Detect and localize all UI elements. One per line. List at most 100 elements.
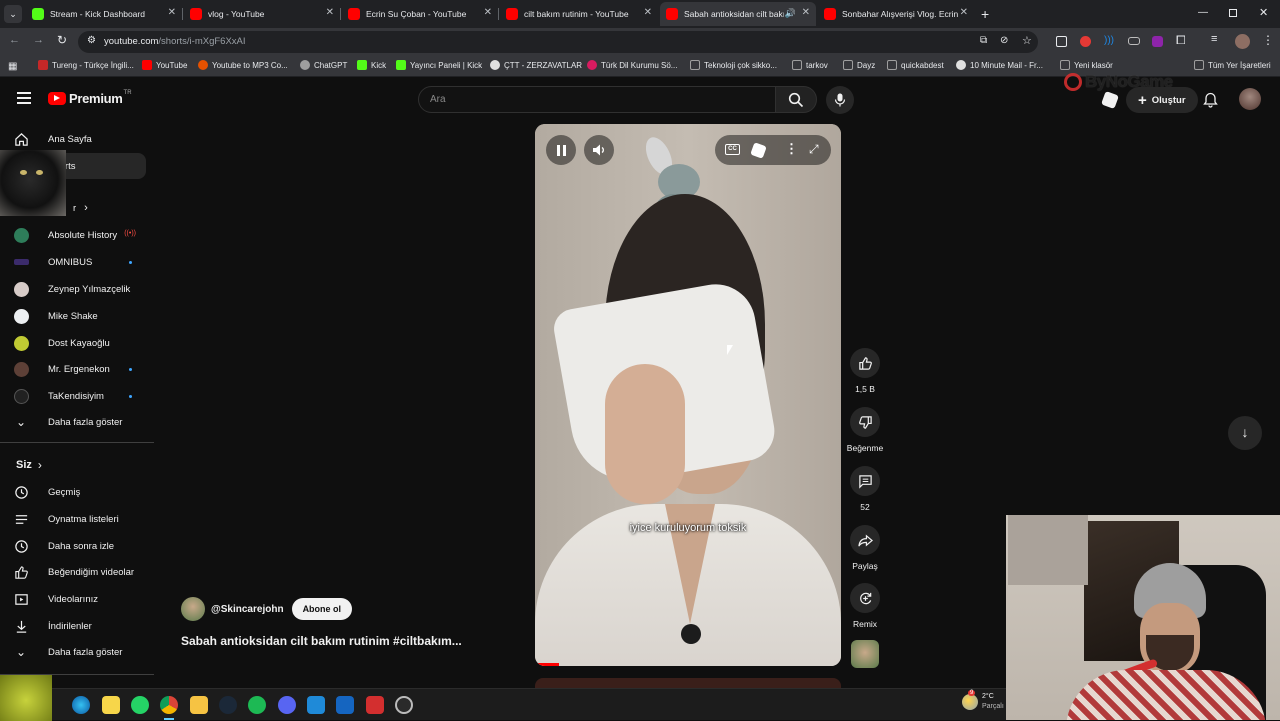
- reading-list-icon[interactable]: ≡: [1211, 33, 1217, 45]
- bookmark-star-icon[interactable]: ☆: [1022, 34, 1032, 47]
- like-action[interactable]: 1,5 B: [845, 348, 885, 394]
- steam-icon[interactable]: [219, 696, 237, 714]
- obs-icon[interactable]: [395, 696, 413, 714]
- sidebar-item-watch-later[interactable]: Daha sonra izle: [8, 533, 146, 559]
- bookmark-item[interactable]: 10 Minute Mail - Fr...: [956, 60, 1043, 70]
- remix-action[interactable]: Remix: [845, 583, 885, 629]
- share-button[interactable]: [850, 525, 880, 555]
- browser-tab[interactable]: cilt bakım rutinim - YouTube ✕: [500, 2, 658, 26]
- close-tab-icon[interactable]: ✕: [960, 7, 968, 18]
- channel-avatar[interactable]: [181, 597, 205, 621]
- browser-tab-active[interactable]: Sabah antioksidan cilt bakım 🔊 ✕: [660, 2, 816, 26]
- account-avatar[interactable]: [1239, 88, 1261, 110]
- speaker-icon[interactable]: 🔊: [785, 8, 796, 19]
- bookmark-item[interactable]: YouTube: [142, 60, 187, 70]
- sidebar-show-more-you[interactable]: ⌄ Daha fazla göster: [8, 639, 146, 665]
- close-tab-icon[interactable]: ✕: [644, 7, 652, 18]
- bookmark-folder[interactable]: Yeni klasör: [1060, 60, 1113, 70]
- menu-hamburger-icon[interactable]: [17, 92, 31, 104]
- sidebar-channel[interactable]: Mike Shake: [8, 303, 146, 329]
- sidebar-show-more-channels[interactable]: ⌄ Daha fazla göster: [8, 409, 146, 435]
- app-icon[interactable]: [307, 696, 325, 714]
- browser-tab[interactable]: vlog - YouTube ✕: [184, 2, 340, 26]
- install-app-icon[interactable]: ⧉: [980, 35, 987, 46]
- shorts-upload-icon[interactable]: [1101, 91, 1119, 109]
- profile-avatar[interactable]: [1235, 34, 1250, 49]
- file-explorer-icon[interactable]: [190, 696, 208, 714]
- reload-icon[interactable]: ↻: [57, 33, 67, 47]
- sidebar-channel[interactable]: Absolute History ((•)): [8, 222, 146, 248]
- forward-icon[interactable]: →: [33, 34, 44, 46]
- more-options-icon[interactable]: ⋮: [785, 141, 798, 157]
- sidebar-channel[interactable]: Dost Kayaoğlu: [8, 330, 146, 356]
- next-short-preview[interactable]: [535, 678, 841, 688]
- all-bookmarks-folder[interactable]: Tüm Yer İşaretleri: [1194, 60, 1271, 70]
- notifications-bell-icon[interactable]: [1203, 92, 1218, 113]
- volume-button[interactable]: [584, 135, 614, 165]
- youtube-premium-logo[interactable]: Premium TR: [48, 90, 132, 106]
- spotify-icon[interactable]: [248, 696, 266, 714]
- comments-button[interactable]: [850, 466, 880, 496]
- whatsapp-icon[interactable]: [131, 696, 149, 714]
- browser-tab[interactable]: Ecrin Su Çoban - YouTube ✕: [342, 2, 498, 26]
- browser-tab[interactable]: Sonbahar Alışverişi Vlog. Ecrin ✕: [818, 2, 974, 26]
- close-tab-icon[interactable]: ✕: [484, 7, 492, 18]
- chrome-icon[interactable]: [160, 696, 178, 714]
- fullscreen-icon[interactable]: ⤢: [809, 142, 819, 157]
- acrobat-icon[interactable]: [366, 696, 384, 714]
- short-title[interactable]: Sabah antioksidan cilt bakım rutinim #ci…: [181, 634, 462, 648]
- extensions-puzzle-icon[interactable]: ⧠: [1176, 33, 1186, 48]
- extension-icon[interactable]: [1056, 36, 1067, 47]
- search-input[interactable]: Ara: [418, 86, 776, 113]
- dislike-button[interactable]: [850, 407, 880, 437]
- sidebar-channel[interactable]: TaKendisiyim: [8, 383, 146, 409]
- voice-search-button[interactable]: [826, 86, 854, 114]
- sidebar-item-downloads[interactable]: İndirilenler: [8, 613, 146, 639]
- weather-widget[interactable]: 9 2°C Parçalı: [962, 690, 1004, 712]
- close-tab-icon[interactable]: ✕: [802, 7, 810, 18]
- dislike-action[interactable]: Beğenme: [845, 407, 885, 453]
- comments-action[interactable]: 52: [845, 466, 885, 512]
- close-tab-icon[interactable]: ✕: [326, 7, 334, 18]
- bookmark-item[interactable]: Yayıncı Paneli | Kick: [396, 60, 482, 70]
- sidebar-channel[interactable]: Mr. Ergenekon: [8, 356, 146, 382]
- sidebar-item-liked-videos[interactable]: Beğendiğim videolar: [8, 559, 146, 585]
- bookmark-item[interactable]: Türk Dil Kurumu Sö...: [587, 60, 677, 70]
- tab-search-button[interactable]: ⌄: [4, 5, 22, 23]
- browser-menu-icon[interactable]: ⋮: [1262, 33, 1274, 47]
- channel-handle[interactable]: @Skincarejohn: [211, 604, 284, 615]
- eye-off-icon[interactable]: ⊘: [1000, 35, 1008, 46]
- sidebar-item-playlists[interactable]: Oynatma listeleri: [8, 506, 146, 532]
- bookmark-item[interactable]: Youtube to MP3 Co...: [198, 60, 288, 70]
- bookmark-folder[interactable]: quickabdest: [887, 60, 944, 70]
- new-tab-button[interactable]: +: [981, 6, 989, 22]
- bookmark-item[interactable]: Kick: [357, 60, 386, 70]
- sidebar-channel[interactable]: Zeynep Yılmazçelik: [8, 276, 146, 302]
- share-action[interactable]: Paylaş: [845, 525, 885, 571]
- bookmark-item[interactable]: Tureng - Türkçe İngili...: [38, 60, 134, 70]
- pause-button[interactable]: [546, 135, 576, 165]
- extension-icon[interactable]: [1152, 36, 1163, 47]
- create-button[interactable]: + Oluştur: [1126, 87, 1198, 113]
- bookmark-folder[interactable]: Teknoloji çok sikko...: [690, 60, 777, 70]
- browser-tab[interactable]: Stream - Kick Dashboard ✕: [26, 2, 182, 26]
- bookmark-item[interactable]: ÇTT - ZERZAVATLAR: [490, 60, 582, 70]
- extension-icon[interactable]: ))): [1104, 35, 1114, 46]
- sidebar-item-your-videos[interactable]: Videolarınız: [8, 586, 146, 612]
- back-icon[interactable]: ←: [9, 34, 20, 46]
- restore-icon[interactable]: [1229, 9, 1237, 17]
- progress-bar-played[interactable]: [535, 663, 559, 666]
- close-window-icon[interactable]: ✕: [1259, 6, 1268, 19]
- extension-icon[interactable]: [1080, 36, 1091, 47]
- bookmark-folder[interactable]: Dayz: [843, 60, 875, 70]
- bookmark-item[interactable]: ChatGPT: [300, 60, 347, 70]
- captions-icon[interactable]: CC: [725, 144, 740, 155]
- close-tab-icon[interactable]: ✕: [168, 7, 176, 18]
- sidebar-channel[interactable]: OMNIBUS: [8, 249, 146, 275]
- bookmark-folder[interactable]: tarkov: [792, 60, 828, 70]
- like-button[interactable]: [850, 348, 880, 378]
- search-button[interactable]: [775, 86, 817, 113]
- edge-icon[interactable]: [72, 696, 90, 714]
- remix-button[interactable]: [850, 583, 880, 613]
- short-video-player[interactable]: CC ⋮ ⤢ iyice kuruluyorum toksik: [535, 124, 841, 666]
